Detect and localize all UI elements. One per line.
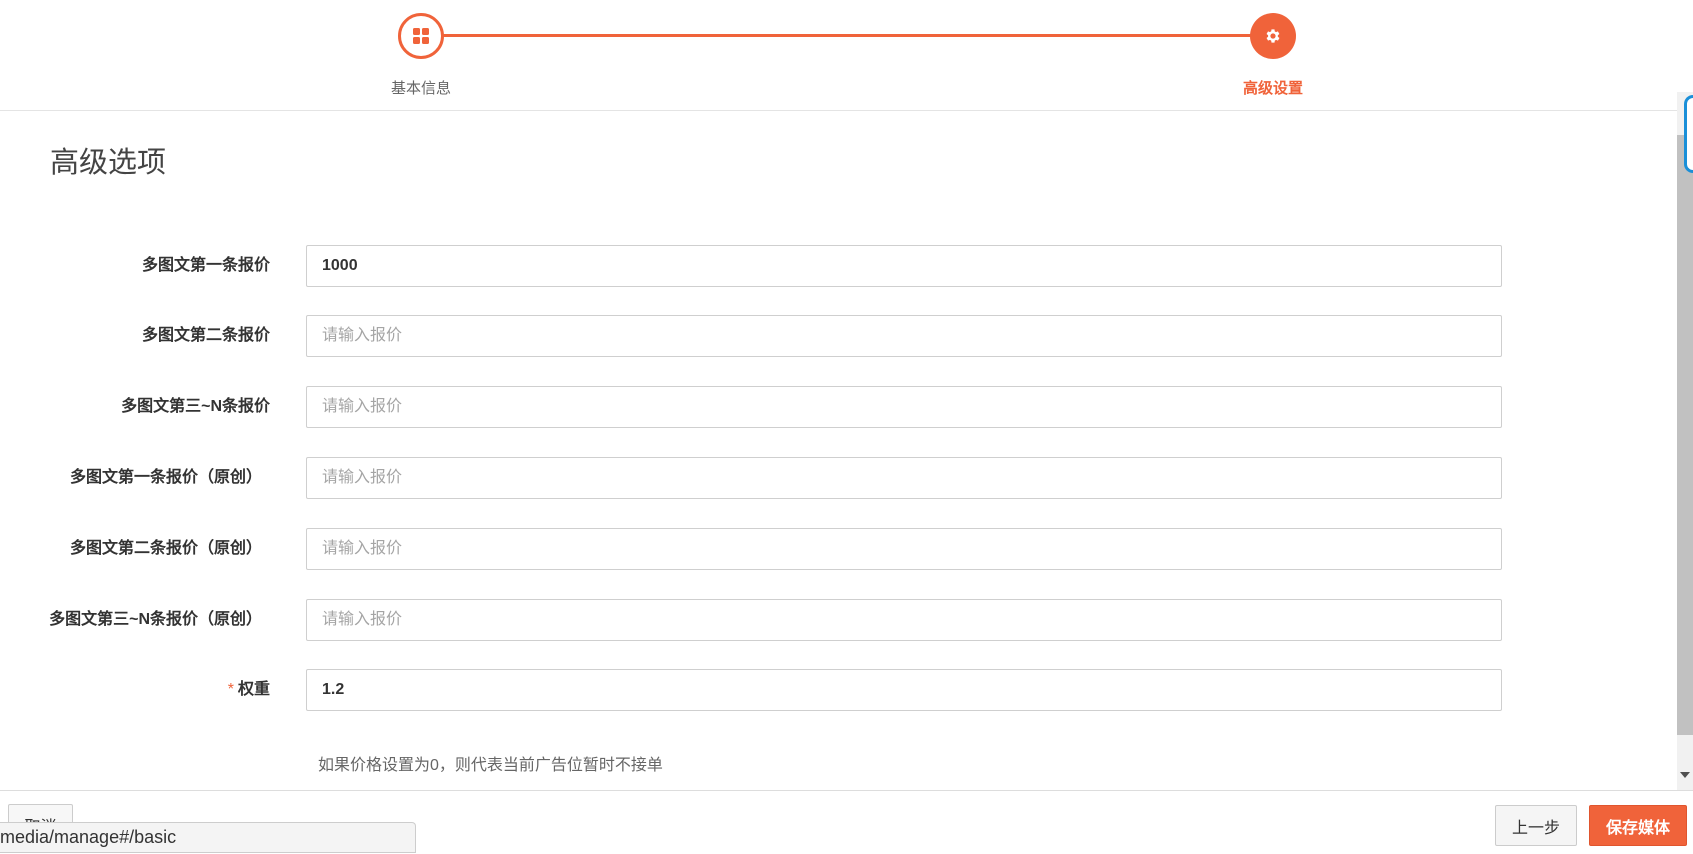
save-media-button[interactable]: 保存媒体	[1589, 805, 1687, 846]
price-first-original-input[interactable]	[306, 457, 1502, 499]
field-label: 多图文第三~N条报价	[121, 398, 270, 415]
form-row-price-third-n-original: 多图文第三~N条报价（原创）	[0, 599, 1693, 641]
price-third-n-input[interactable]	[306, 386, 1502, 428]
field-label: 多图文第二条报价（原创）	[69, 540, 262, 557]
price-third-n-original-input[interactable]	[306, 599, 1502, 641]
form-row-weight: * 权重	[0, 669, 1693, 711]
status-bar-url: media/manage#/basic	[0, 822, 416, 853]
section-title: 高级选项	[50, 147, 167, 179]
form-row-price-third-n: 多图文第三~N条报价	[0, 386, 1693, 428]
weight-input[interactable]	[306, 669, 1502, 711]
step-advanced-settings-label: 高级设置	[1242, 80, 1303, 97]
step-basic-info-label: 基本信息	[390, 80, 451, 97]
price-second-input[interactable]	[306, 315, 1502, 357]
grid-icon	[413, 28, 429, 44]
prev-step-button[interactable]: 上一步	[1495, 805, 1577, 846]
form-row-price-first-original: 多图文第一条报价（原创）	[0, 457, 1693, 499]
gear-icon	[1266, 29, 1280, 43]
scrollbar-thumb[interactable]	[1677, 135, 1693, 735]
price-hint-text: 如果价格设置为0，则代表当前广告位暂时不接单	[318, 757, 663, 774]
field-label: 多图文第一条报价	[141, 257, 270, 274]
field-label-weight: * 权重	[228, 669, 270, 711]
step-basic-info[interactable]	[398, 13, 444, 59]
progress-stepper: 基本信息 高级设置	[0, 0, 1693, 111]
step-advanced-settings[interactable]	[1250, 13, 1296, 59]
form-row-price-second-original: 多图文第二条报价（原创）	[0, 528, 1693, 570]
price-first-input[interactable]	[306, 245, 1502, 287]
field-label: 多图文第一条报价（原创）	[69, 469, 262, 486]
form-row-price-first: 多图文第一条报价	[0, 245, 1693, 287]
field-label: 多图文第二条报价	[141, 327, 270, 344]
field-label: 多图文第三~N条报价（原创）	[49, 611, 262, 628]
form-row-price-second: 多图文第二条报价	[0, 315, 1693, 357]
required-mark: *	[227, 681, 234, 698]
stepper-connector-line	[442, 34, 1252, 37]
scroll-handle-icon[interactable]	[1684, 95, 1693, 173]
scroll-down-arrow-icon[interactable]	[1680, 772, 1690, 778]
field-label-text: 权重	[237, 681, 270, 698]
price-second-original-input[interactable]	[306, 528, 1502, 570]
